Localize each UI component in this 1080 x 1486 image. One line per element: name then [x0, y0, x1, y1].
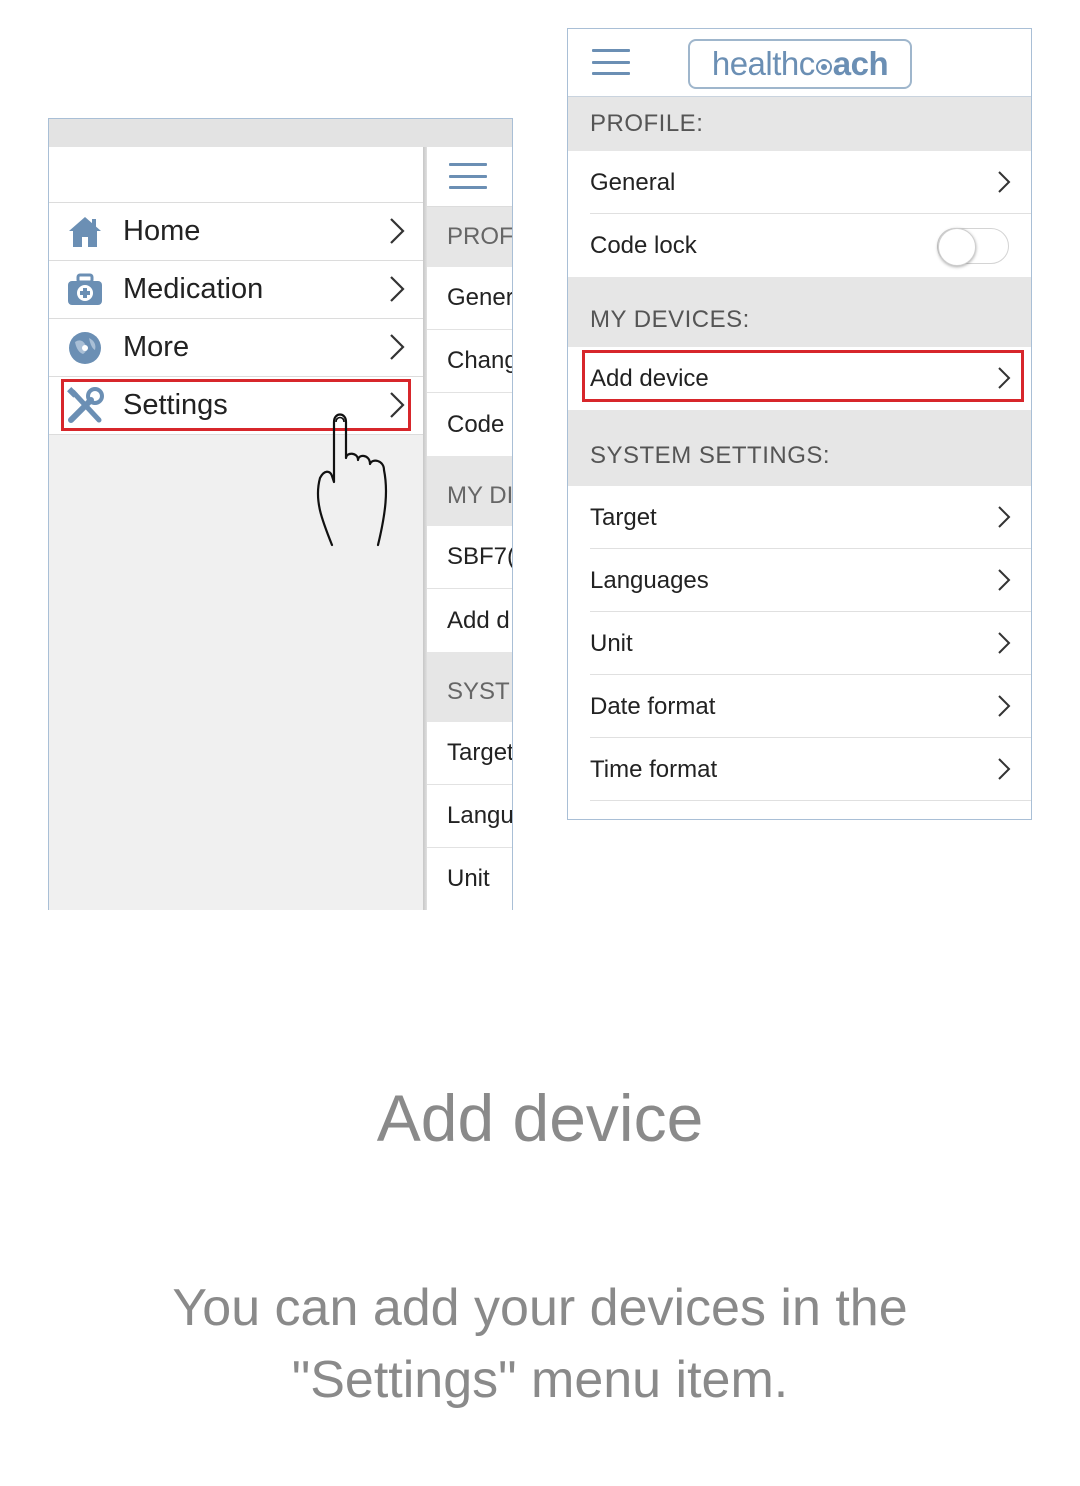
- peek-row[interactable]: Unit: [427, 848, 512, 910]
- row-time-format[interactable]: Time format: [568, 738, 1031, 801]
- chevron-right-icon: [389, 333, 405, 366]
- row-label: Time format: [590, 755, 718, 783]
- row-label: Unit: [590, 629, 633, 657]
- chevron-right-icon: [389, 275, 405, 308]
- peek-row[interactable]: Target: [427, 722, 512, 785]
- code-lock-toggle[interactable]: [937, 228, 1009, 266]
- chevron-right-icon: [997, 694, 1011, 725]
- row-label: Target: [590, 503, 657, 531]
- tools-icon: [65, 386, 105, 426]
- section-header-profile: PROFILE:: [568, 97, 1031, 151]
- caption-description: You can add your devices in the "Setting…: [172, 1279, 908, 1409]
- drawer-item-label: Medication: [123, 273, 264, 305]
- row-label: Date format: [590, 692, 716, 720]
- section-header-my-devices: MY DEVICES:: [568, 277, 1031, 347]
- toggle-knob: [938, 228, 976, 266]
- chevron-right-icon: [389, 217, 405, 250]
- row-target[interactable]: Target: [568, 486, 1031, 549]
- peek-row[interactable]: SBF7(: [427, 526, 512, 589]
- row-unit[interactable]: Unit: [568, 612, 1031, 675]
- row-label: Add device: [590, 364, 709, 392]
- chevron-right-icon: [997, 757, 1011, 788]
- drawer-item-label: Home: [123, 215, 201, 247]
- peek-section-profile: PROF: [427, 207, 512, 267]
- peek-section-system: SYST: [427, 652, 512, 722]
- chevron-right-icon: [997, 170, 1011, 201]
- app-header: healthc ach: [568, 29, 1031, 97]
- row-languages[interactable]: Languages: [568, 549, 1031, 612]
- chevron-right-icon: [997, 568, 1011, 599]
- chevron-right-icon: [997, 631, 1011, 662]
- drawer-item-more[interactable]: More: [49, 319, 425, 377]
- row-general[interactable]: General: [568, 151, 1031, 214]
- caption-title: Add device: [376, 1081, 704, 1155]
- drawer-item-label: Settings: [123, 389, 228, 421]
- drawer-item-label: More: [123, 331, 190, 363]
- section-header-system-settings: SYSTEM SETTINGS:: [568, 410, 1031, 486]
- chevron-right-icon: [997, 505, 1011, 536]
- home-icon: [65, 212, 105, 252]
- peek-row[interactable]: Code l: [427, 393, 512, 456]
- row-label: General: [590, 168, 676, 196]
- hamburger-menu-icon[interactable]: [449, 163, 487, 189]
- peek-section-devices: MY DI: [427, 456, 512, 526]
- row-code-lock: Code lock: [568, 214, 1031, 277]
- settings-list-peek: PROF Gener Chang Code l MY DI SBF7( Add …: [427, 147, 512, 910]
- medication-kit-icon: [65, 270, 105, 310]
- drawer-item-medication[interactable]: Medication: [49, 261, 425, 319]
- globe-icon: [65, 328, 105, 368]
- row-add-device[interactable]: Add device: [568, 347, 1031, 410]
- peek-header: [427, 147, 512, 207]
- hamburger-menu-icon[interactable]: [592, 49, 630, 75]
- status-strip: [49, 119, 512, 147]
- pointing-hand-icon: [316, 413, 388, 547]
- peek-row[interactable]: Add d: [427, 589, 512, 652]
- peek-row[interactable]: Chang: [427, 330, 512, 393]
- drawer-item-home[interactable]: Home: [49, 203, 425, 261]
- drawer-header: [49, 147, 425, 203]
- row-label: Code lock: [590, 231, 697, 259]
- row-label: Languages: [590, 566, 709, 594]
- row-date-format[interactable]: Date format: [568, 675, 1031, 738]
- chevron-right-icon: [997, 366, 1011, 397]
- healthcoach-logo: healthc ach: [688, 39, 912, 89]
- left-screenshot-panel: Home Medication More Settings PROF Gener…: [48, 118, 513, 910]
- peek-row[interactable]: Langu: [427, 785, 512, 848]
- logo-dot-icon: [815, 59, 832, 75]
- right-screenshot-panel: healthc ach PROFILE: General Code lock MY…: [567, 28, 1032, 820]
- peek-row[interactable]: Gener: [427, 267, 512, 330]
